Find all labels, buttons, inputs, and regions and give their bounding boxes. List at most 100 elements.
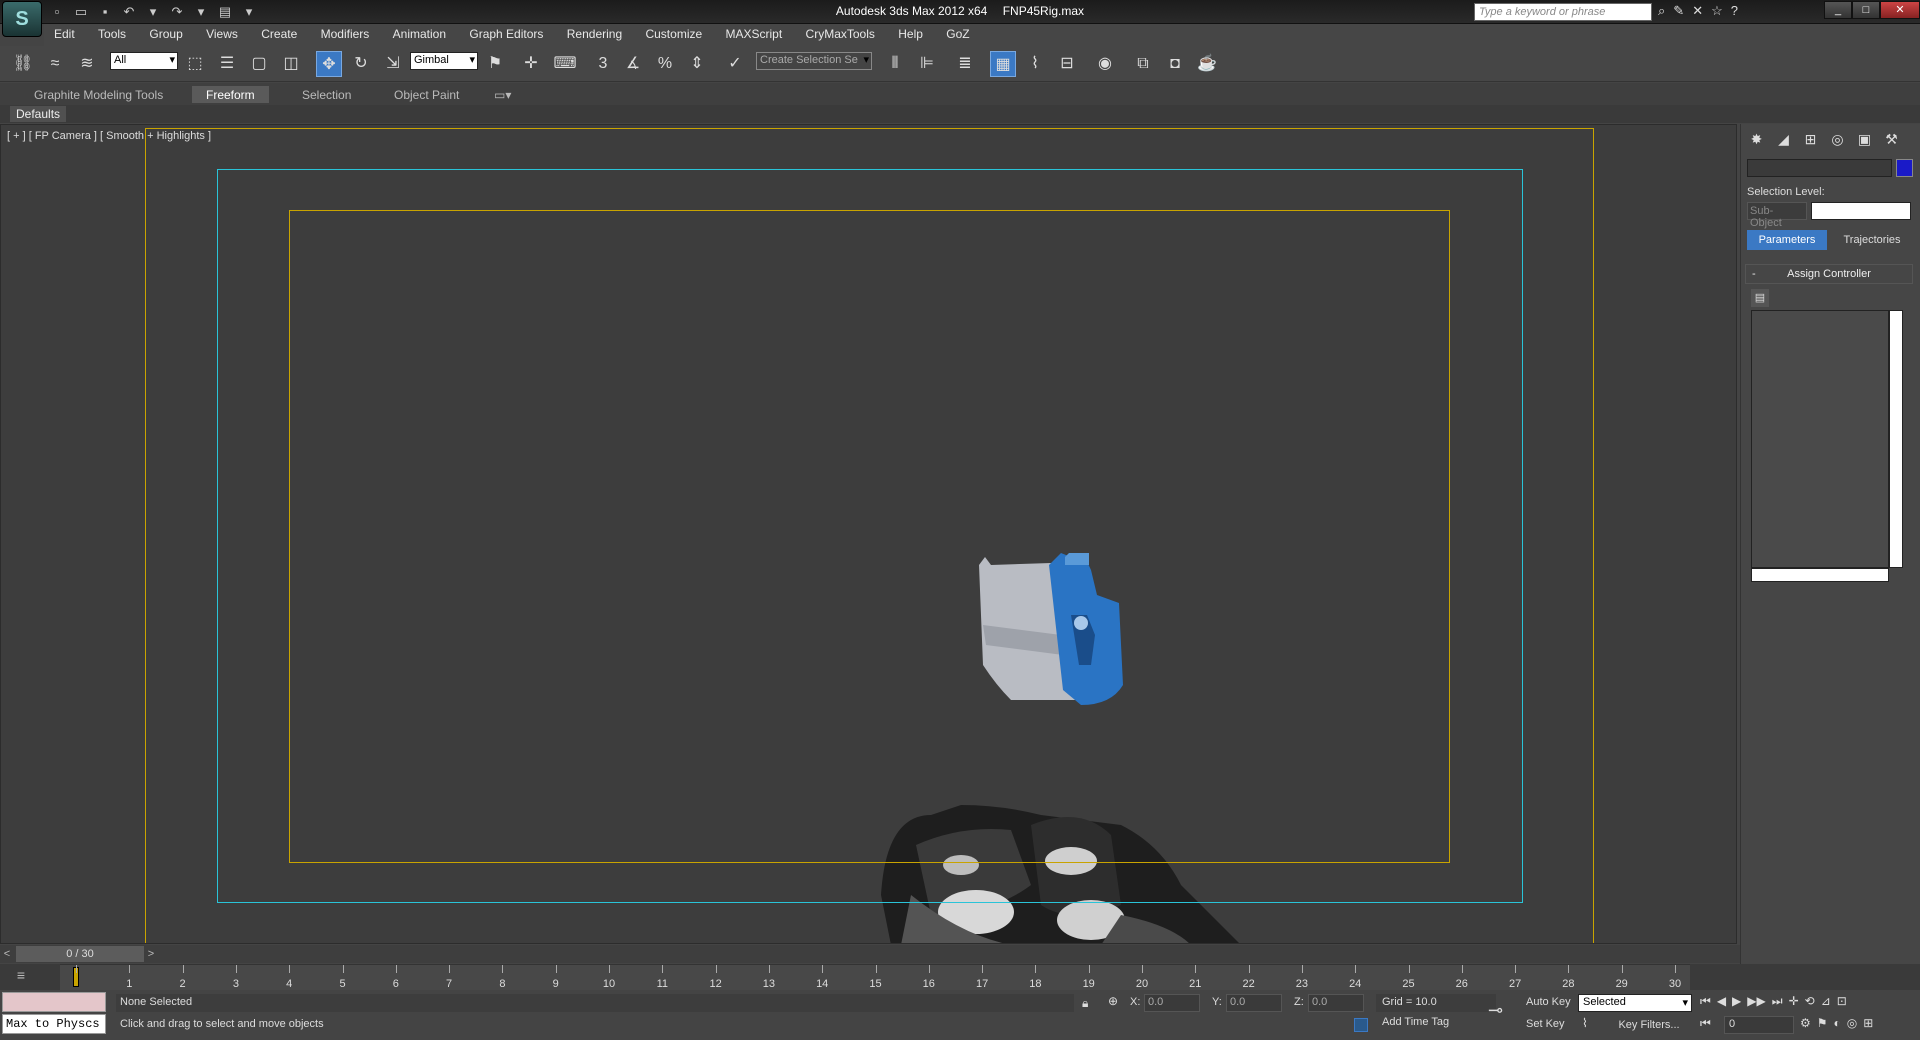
menu-maxscript[interactable]: MAXScript bbox=[716, 24, 793, 44]
save-icon[interactable]: ▪ bbox=[96, 3, 114, 20]
menu-graph-editors[interactable]: Graph Editors bbox=[459, 24, 553, 44]
new-file-icon[interactable]: ▫ bbox=[48, 3, 66, 20]
sub-object-button[interactable]: Sub-Object bbox=[1747, 202, 1807, 229]
select-and-scale-icon[interactable]: ⇲ bbox=[380, 51, 406, 77]
add-time-tag-button[interactable]: Add Time Tag bbox=[1382, 1016, 1449, 1028]
render-production-icon[interactable]: ☕ bbox=[1194, 51, 1220, 77]
menu-crymaxtools[interactable]: CryMaxTools bbox=[796, 24, 885, 44]
menu-help[interactable]: Help bbox=[888, 24, 933, 44]
current-frame-input[interactable]: 0 bbox=[1724, 1016, 1794, 1034]
tab-object-paint[interactable]: Object Paint bbox=[380, 86, 473, 103]
x-input[interactable]: 0.0 bbox=[1144, 994, 1200, 1012]
select-object-icon[interactable]: ⬚ bbox=[182, 51, 208, 77]
named-selection-sets-dropdown[interactable]: Create Selection Se bbox=[756, 52, 872, 70]
create-tab-icon[interactable]: ✸ bbox=[1745, 128, 1768, 150]
menu-customize[interactable]: Customize bbox=[635, 24, 712, 44]
maxscript-listener-mini[interactable] bbox=[2, 992, 106, 1012]
previous-frame-icon[interactable]: ◀ bbox=[1717, 994, 1726, 1009]
undo-dropdown-icon[interactable]: ▾ bbox=[144, 3, 162, 20]
tab-selection[interactable]: Selection bbox=[288, 86, 365, 103]
object-name-field[interactable] bbox=[1747, 159, 1892, 177]
redo-icon[interactable]: ↷ bbox=[168, 3, 186, 20]
object-color-swatch[interactable] bbox=[1896, 159, 1913, 177]
key-selection-dropdown[interactable]: Selected bbox=[1578, 994, 1692, 1012]
time-slider[interactable]: 0 / 30 bbox=[16, 946, 144, 962]
spinner-snap-icon[interactable]: ⇕ bbox=[684, 51, 710, 77]
y-input[interactable]: 0.0 bbox=[1226, 994, 1282, 1012]
redo-dropdown-icon[interactable]: ▾ bbox=[192, 3, 210, 20]
set-key-button[interactable]: Set Key bbox=[1522, 1016, 1569, 1032]
display-tab-icon[interactable]: ▣ bbox=[1853, 128, 1876, 150]
curve-editor-icon[interactable]: ⌇ bbox=[1022, 51, 1048, 77]
window-crossing-icon[interactable]: ◫ bbox=[278, 51, 304, 77]
ribbon-options-icon[interactable]: ▭▾ bbox=[490, 86, 515, 103]
minimize-button[interactable]: _ bbox=[1824, 1, 1852, 19]
unlink-icon[interactable]: ≈ bbox=[42, 51, 68, 77]
assign-controller-icon[interactable]: ▤ bbox=[1751, 289, 1769, 307]
tab-freeform[interactable]: Freeform bbox=[192, 86, 269, 103]
menu-create[interactable]: Create bbox=[251, 24, 307, 44]
roll-camera-icon[interactable]: ◎ bbox=[1847, 1016, 1857, 1030]
rectangular-selection-icon[interactable]: ▢ bbox=[246, 51, 272, 77]
defaults-panel[interactable]: Defaults bbox=[10, 106, 67, 122]
time-configuration-icon[interactable]: ⚙ bbox=[1800, 1016, 1811, 1030]
motion-tab-icon[interactable]: ◎ bbox=[1826, 128, 1849, 150]
tab-graphite-modeling-tools[interactable]: Graphite Modeling Tools bbox=[20, 86, 177, 103]
render-setup-icon[interactable]: ⧉ bbox=[1130, 51, 1156, 77]
communication-icon[interactable]: ✕ bbox=[1692, 3, 1703, 19]
maximize-button[interactable]: □ bbox=[1852, 1, 1880, 19]
select-and-move-icon[interactable]: ✥ bbox=[316, 51, 342, 77]
edit-named-selection-icon[interactable]: ✓ bbox=[722, 51, 748, 77]
menu-modifiers[interactable]: Modifiers bbox=[311, 24, 380, 44]
key-mode-toggle-icon[interactable]: ⏮ bbox=[1700, 1016, 1711, 1031]
lock-selection-icon[interactable]: 🔒︎ bbox=[1082, 996, 1088, 1011]
maxscript-listener-text[interactable]: Max to Physcs bbox=[2, 1014, 106, 1034]
controller-list-hscrollbar[interactable] bbox=[1751, 568, 1889, 582]
go-to-start-icon[interactable]: ⏮ bbox=[1700, 994, 1711, 1009]
go-to-end-icon[interactable]: ⏭ bbox=[1772, 994, 1783, 1009]
track-scale[interactable]: 1 2 3 4 5 6 7 8 9 10 11 12 13 14 15 16 17 18 19 20 21 22 23 24 2… bbox=[60, 964, 1690, 990]
percent-snap-icon[interactable]: % bbox=[652, 51, 678, 77]
layer-manager-icon[interactable]: ≣ bbox=[952, 51, 978, 77]
play-icon[interactable]: ▶ bbox=[1732, 994, 1741, 1009]
project-folder-icon[interactable]: ▤ bbox=[216, 3, 234, 20]
parameters-button[interactable]: Parameters bbox=[1747, 230, 1827, 250]
orbit-icon[interactable]: ⟲ bbox=[1805, 994, 1815, 1009]
rendered-frame-window-icon[interactable]: ◘ bbox=[1162, 51, 1188, 77]
viewport-fp-camera[interactable]: [ + ] [ FP Camera ] [ Smooth + Highlight… bbox=[0, 124, 1737, 944]
link-icon[interactable]: ⛓ bbox=[10, 51, 36, 77]
controller-list-vscrollbar[interactable] bbox=[1889, 310, 1903, 568]
select-by-name-icon[interactable]: ☰ bbox=[214, 51, 240, 77]
set-key-mode-icon[interactable]: ⊸ bbox=[1488, 1000, 1503, 1021]
trajectories-button[interactable]: Trajectories bbox=[1831, 230, 1913, 250]
rollout-toggle[interactable]: - bbox=[1752, 265, 1756, 283]
utilities-tab-icon[interactable]: ⚒ bbox=[1880, 128, 1903, 150]
help-icon[interactable]: ? bbox=[1731, 3, 1738, 19]
align-icon[interactable]: ⊫ bbox=[914, 51, 940, 77]
selection-filter-dropdown[interactable]: All bbox=[110, 52, 178, 70]
assign-controller-rollout[interactable]: - Assign Controller bbox=[1745, 264, 1913, 284]
zoom-extents-icon[interactable]: ⊡ bbox=[1837, 994, 1847, 1009]
menu-edit[interactable]: Edit bbox=[44, 24, 85, 44]
binoculars-icon[interactable]: ⌕ bbox=[1658, 3, 1665, 19]
time-slider-prev-button[interactable]: < bbox=[0, 946, 14, 962]
modify-tab-icon[interactable]: ◢ bbox=[1772, 128, 1795, 150]
absolute-transform-icon[interactable]: ⊕ bbox=[1108, 994, 1118, 1008]
bind-spacewarp-icon[interactable]: ≋ bbox=[74, 51, 100, 77]
open-file-icon[interactable]: ▭ bbox=[72, 3, 90, 20]
hierarchy-tab-icon[interactable]: ⊞ bbox=[1799, 128, 1822, 150]
sub-object-dropdown[interactable] bbox=[1811, 202, 1911, 220]
search-input[interactable]: Type a keyword or phrase bbox=[1474, 3, 1652, 21]
z-input[interactable]: 0.0 bbox=[1308, 994, 1364, 1012]
menu-rendering[interactable]: Rendering bbox=[557, 24, 632, 44]
viewport-label[interactable]: [ + ] [ FP Camera ] [ Smooth + Highlight… bbox=[7, 130, 211, 142]
select-manipulate-icon[interactable]: ✛ bbox=[518, 51, 544, 77]
menu-views[interactable]: Views bbox=[196, 24, 248, 44]
next-frame-icon[interactable]: ▶▶ bbox=[1747, 994, 1765, 1009]
time-slider-next-button[interactable]: > bbox=[144, 946, 158, 962]
favorites-icon[interactable]: ☆ bbox=[1711, 3, 1723, 19]
controller-list[interactable] bbox=[1751, 310, 1889, 568]
pan-icon[interactable]: ✛ bbox=[1789, 994, 1799, 1009]
walkthrough-icon[interactable]: ⚑ bbox=[1817, 1016, 1828, 1030]
select-and-rotate-icon[interactable]: ↻ bbox=[348, 51, 374, 77]
